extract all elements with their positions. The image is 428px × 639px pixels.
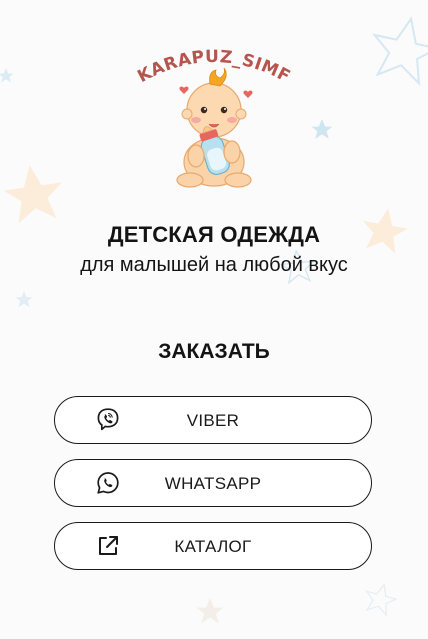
catalog-button[interactable]: КАТАЛОГ: [54, 522, 372, 570]
page: KARAPUZ_SIMF ДЕТСКАЯ ОДЕЖДА для малышей …: [0, 0, 428, 639]
whatsapp-button[interactable]: WHATSAPP: [54, 459, 372, 507]
order-heading: ЗАКАЗАТЬ: [158, 340, 270, 363]
whatsapp-button-label: WHATSAPP: [164, 474, 262, 493]
catalog-button-label: КАТАЛОГ: [174, 537, 252, 556]
viber-button-label: VIBER: [186, 411, 240, 430]
viber-button[interactable]: VIBER: [54, 396, 372, 444]
page-subtitle: для малышей на любой вкус: [80, 254, 348, 276]
baby-logo-icon: KARAPUZ_SIMF: [134, 47, 293, 188]
page-title: ДЕТСКАЯ ОДЕЖДА: [107, 222, 321, 247]
brand-logo: KARAPUZ_SIMF: [126, 44, 302, 194]
